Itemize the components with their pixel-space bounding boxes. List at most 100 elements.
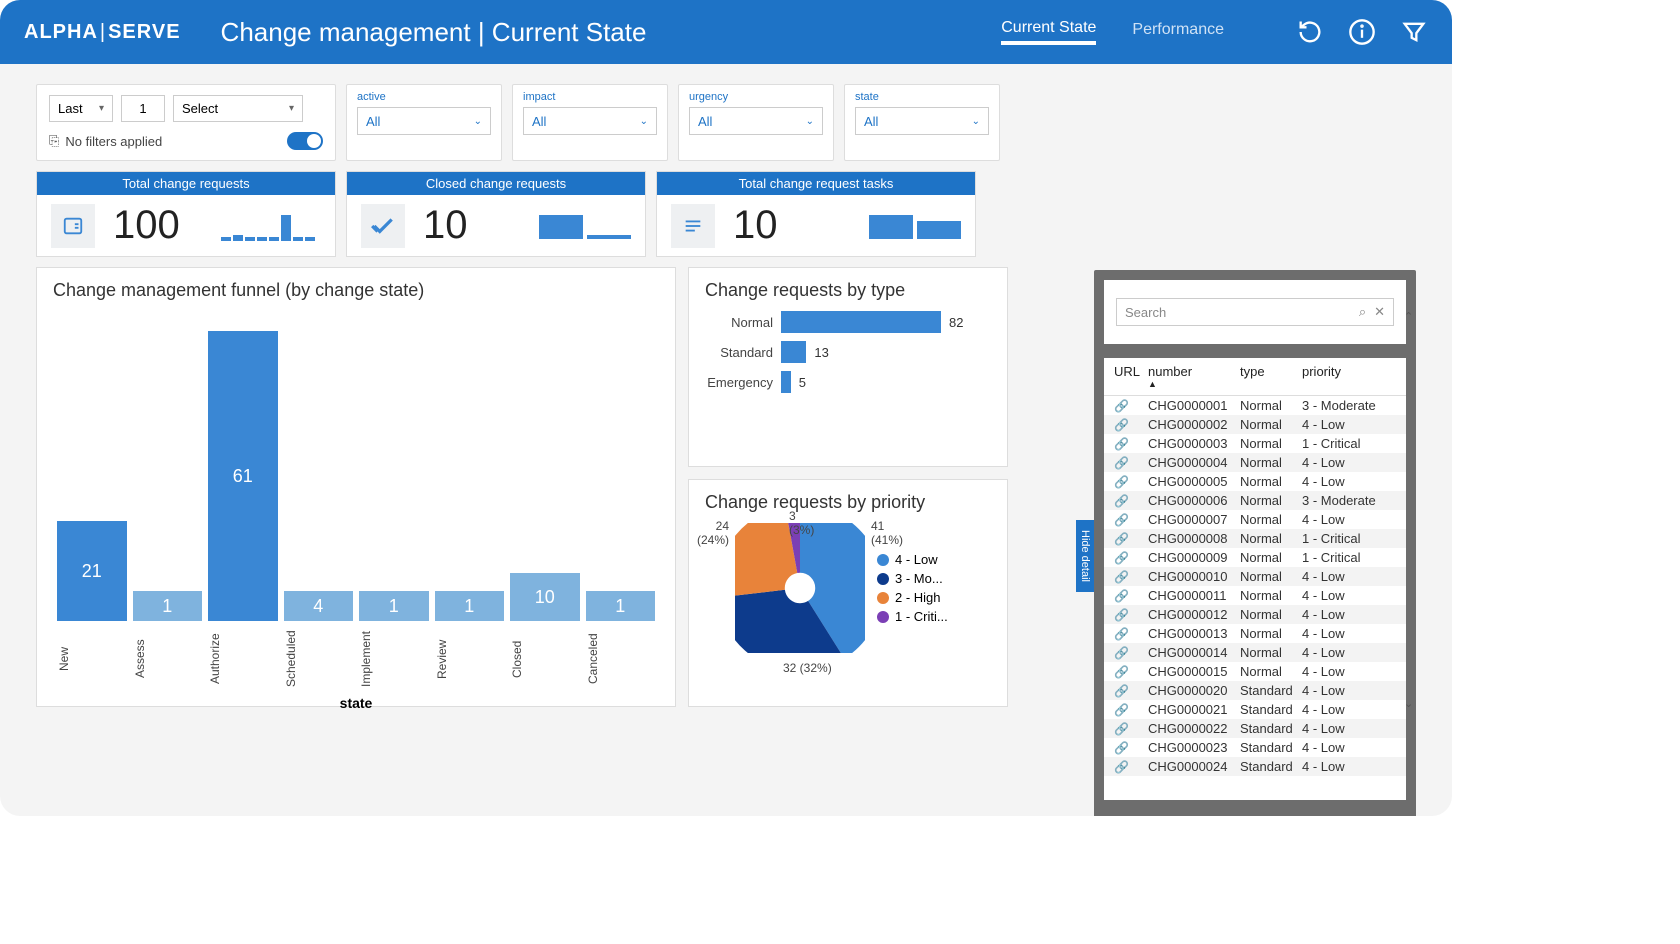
filter-active-select[interactable]: All⌄ [357, 107, 491, 135]
header: ALPHA|SERVE Change management | Current … [0, 0, 1452, 64]
filter-impact-select[interactable]: All⌄ [523, 107, 657, 135]
legend-item[interactable]: 3 - Mo... [877, 571, 948, 586]
link-icon[interactable]: 🔗 [1114, 513, 1129, 527]
link-icon[interactable]: 🔗 [1114, 608, 1129, 622]
link-icon[interactable]: 🔗 [1114, 589, 1129, 603]
priority-title: Change requests by priority [705, 492, 991, 513]
table-row[interactable]: 🔗 CHG0000010Normal4 - Low [1104, 567, 1406, 586]
period-unit-select[interactable]: Select▾ [173, 95, 303, 122]
funnel-panel: Change management funnel (by change stat… [36, 267, 676, 707]
no-filters-text: No filters applied [65, 134, 162, 149]
detail-table: URL number▲ type priority 🔗 CHG0000001No… [1104, 358, 1406, 800]
stat-card-0: Total change requests 100 [36, 171, 336, 257]
link-icon[interactable]: 🔗 [1114, 418, 1129, 432]
funnel-bar-scheduled[interactable]: 4 [284, 311, 354, 621]
legend-item[interactable]: 4 - Low [877, 552, 948, 567]
filter-state: state All⌄ [844, 84, 1000, 161]
funnel-bar-new[interactable]: 21 [57, 311, 127, 621]
tab-performance[interactable]: Performance [1132, 21, 1224, 43]
refresh-icon[interactable] [1296, 18, 1324, 46]
funnel-bar-implement[interactable]: 1 [359, 311, 429, 621]
clear-search-icon[interactable]: ✕ [1374, 304, 1385, 320]
table-row[interactable]: 🔗 CHG0000003Normal1 - Critical [1104, 434, 1406, 453]
stat-icon-1 [361, 204, 405, 248]
priority-donut-chart: 3(3%) 41(41%) 32 (32%) 24(24%) [735, 523, 865, 653]
table-row[interactable]: 🔗 CHG0000009Normal1 - Critical [1104, 548, 1406, 567]
hide-detail-button[interactable]: Hide detail [1076, 520, 1094, 592]
filter-impact: impact All⌄ [512, 84, 668, 161]
type-bar-standard[interactable]: Standard13 [705, 341, 991, 363]
stat-value-0: 100 [113, 203, 180, 248]
link-icon[interactable]: 🔗 [1114, 570, 1129, 584]
table-row[interactable]: 🔗 CHG0000020Standard4 - Low [1104, 681, 1406, 700]
logo: ALPHA|SERVE [24, 21, 181, 44]
funnel-bar-assess[interactable]: 1 [133, 311, 203, 621]
col-url[interactable]: URL [1114, 364, 1148, 389]
table-row[interactable]: 🔗 CHG0000011Normal4 - Low [1104, 586, 1406, 605]
table-row[interactable]: 🔗 CHG0000015Normal4 - Low [1104, 662, 1406, 681]
search-input[interactable]: Search ⌕ ✕ [1116, 298, 1394, 326]
table-row[interactable]: 🔗 CHG0000014Normal4 - Low [1104, 643, 1406, 662]
link-icon[interactable]: 🔗 [1114, 475, 1129, 489]
funnel-axis-label: state [53, 695, 659, 711]
filter-urgency-select[interactable]: All⌄ [689, 107, 823, 135]
col-priority[interactable]: priority [1302, 364, 1396, 389]
link-icon[interactable]: 🔗 [1114, 646, 1129, 660]
legend-item[interactable]: 2 - High [877, 590, 948, 605]
table-row[interactable]: 🔗 CHG0000024Standard4 - Low [1104, 757, 1406, 776]
funnel-bar-closed[interactable]: 10 [510, 311, 580, 621]
search-icon: ⌕ [1359, 304, 1366, 320]
table-row[interactable]: 🔗 CHG0000001Normal3 - Moderate [1104, 396, 1406, 415]
period-count[interactable]: 1 [121, 95, 165, 122]
table-row[interactable]: 🔗 CHG0000005Normal4 - Low [1104, 472, 1406, 491]
legend-item[interactable]: 1 - Criti... [877, 609, 948, 624]
link-icon[interactable]: 🔗 [1114, 437, 1129, 451]
type-bar-normal[interactable]: Normal82 [705, 311, 991, 333]
filter-active: active All⌄ [346, 84, 502, 161]
filter-urgency: urgency All⌄ [678, 84, 834, 161]
table-row[interactable]: 🔗 CHG0000023Standard4 - Low [1104, 738, 1406, 757]
table-row[interactable]: 🔗 CHG0000008Normal1 - Critical [1104, 529, 1406, 548]
filter-toggle[interactable] [287, 132, 323, 150]
stat-icon-2 [671, 204, 715, 248]
col-number[interactable]: number▲ [1148, 364, 1240, 389]
table-row[interactable]: 🔗 CHG0000007Normal4 - Low [1104, 510, 1406, 529]
link-icon[interactable]: 🔗 [1114, 760, 1129, 774]
link-icon[interactable]: 🔗 [1114, 551, 1129, 565]
link-icon[interactable]: 🔗 [1114, 703, 1129, 717]
table-row[interactable]: 🔗 CHG0000012Normal4 - Low [1104, 605, 1406, 624]
scroll-down-icon[interactable]: ⌄ [1404, 697, 1406, 710]
type-bar-emergency[interactable]: Emergency5 [705, 371, 991, 393]
table-row[interactable]: 🔗 CHG0000002Normal4 - Low [1104, 415, 1406, 434]
filter-icon[interactable] [1400, 18, 1428, 46]
table-row[interactable]: 🔗 CHG0000022Standard4 - Low [1104, 719, 1406, 738]
link-icon[interactable]: 🔗 [1114, 722, 1129, 736]
stat-card-1: Closed change requests 10 [346, 171, 646, 257]
funnel-bar-review[interactable]: 1 [435, 311, 505, 621]
table-row[interactable]: 🔗 CHG0000013Normal4 - Low [1104, 624, 1406, 643]
link-icon[interactable]: 🔗 [1114, 684, 1129, 698]
link-icon[interactable]: 🔗 [1114, 456, 1129, 470]
table-row[interactable]: 🔗 CHG0000021Standard4 - Low [1104, 700, 1406, 719]
funnel-bar-canceled[interactable]: 1 [586, 311, 656, 621]
type-title: Change requests by type [705, 280, 991, 301]
col-type[interactable]: type [1240, 364, 1302, 389]
date-filter-card: Last▾ 1 Select▾ ⎘No filters applied [36, 84, 336, 161]
link-icon[interactable]: 🔗 [1114, 627, 1129, 641]
link-icon[interactable]: 🔗 [1114, 741, 1129, 755]
link-icon[interactable]: 🔗 [1114, 665, 1129, 679]
funnel-bar-authorize[interactable]: 61 [208, 311, 278, 621]
info-icon[interactable] [1348, 18, 1376, 46]
link-icon[interactable]: 🔗 [1114, 399, 1129, 413]
stat-value-1: 10 [423, 203, 468, 248]
link-icon[interactable]: 🔗 [1114, 532, 1129, 546]
stat-value-2: 10 [733, 203, 778, 248]
table-row[interactable]: 🔗 CHG0000006Normal3 - Moderate [1104, 491, 1406, 510]
table-row[interactable]: 🔗 CHG0000004Normal4 - Low [1104, 453, 1406, 472]
stat-card-2: Total change request tasks 10 [656, 171, 976, 257]
link-icon[interactable]: 🔗 [1114, 494, 1129, 508]
period-select[interactable]: Last▾ [49, 95, 113, 122]
priority-panel: Change requests by priority 3(3%) 41(41%… [688, 479, 1008, 707]
filter-state-select[interactable]: All⌄ [855, 107, 989, 135]
tab-current-state[interactable]: Current State [1001, 19, 1096, 45]
